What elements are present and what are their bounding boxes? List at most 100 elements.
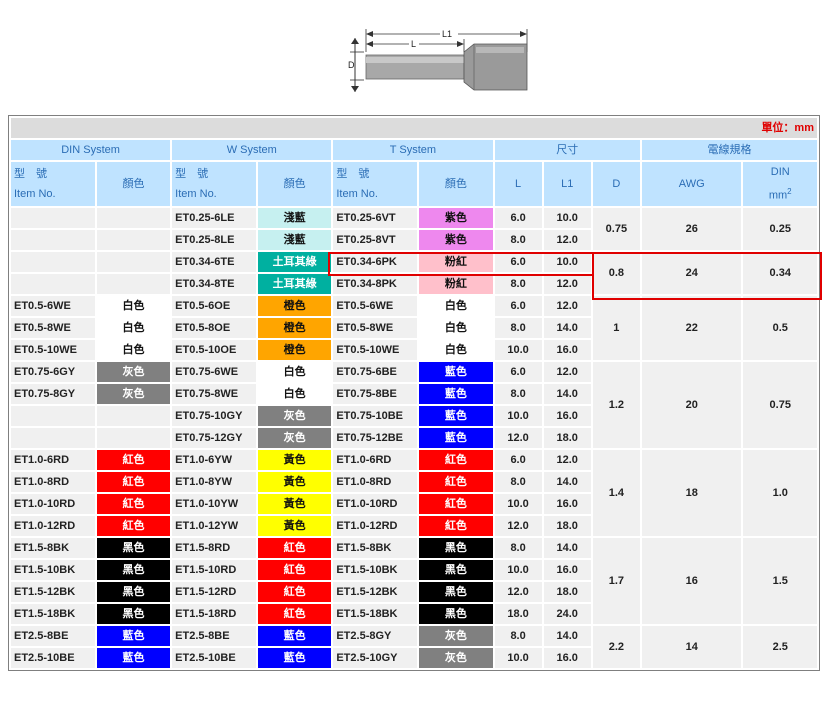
table-row: ET0.34-6TE 土耳其綠 ET0.34-6PK 粉紅 6.0 10.0 0.8 24 0.… xyxy=(11,251,817,294)
w-item-no: ET1.5-12RD xyxy=(172,581,256,602)
size-l: 8.0 xyxy=(494,625,542,646)
size-l: 12.0 xyxy=(494,427,542,448)
table-row: ET0.75-6GY 灰色 ET0.75-6WE 白色 ET0.75-6BE 藍色 6.0 1… xyxy=(11,361,817,448)
spec-awg: 26 xyxy=(641,207,742,250)
din-item-no: ET1.5-12BK xyxy=(11,581,95,602)
group-t: T System xyxy=(333,140,493,160)
size-l1: 18.0 xyxy=(543,581,591,602)
t-color: 紫色 xyxy=(419,229,493,250)
table-row: ET0.5-6WE 白色 ET0.5-6OE 橙色 ET0.5-6WE 白色 6.0 12.0… xyxy=(11,295,817,360)
din-item-no xyxy=(11,427,95,448)
w-item-no: ET0.75-12GY xyxy=(172,427,256,448)
din-item-no xyxy=(11,273,95,294)
table-body: ET0.25-6LE 淺藍 ET0.25-6VT 紫色 6.0 10.0 0.75 26 0.2… xyxy=(11,207,817,668)
w-color: 橙色 xyxy=(258,317,332,338)
size-l1: 16.0 xyxy=(543,559,591,580)
din-color xyxy=(96,251,171,272)
size-l: 12.0 xyxy=(494,515,542,536)
size-l1: 16.0 xyxy=(543,647,591,668)
din-item-no: ET1.0-8RD xyxy=(11,471,95,492)
w-color: 土耳其綠 xyxy=(258,251,332,272)
t-item-no: ET2.5-10GY xyxy=(333,647,418,668)
t-item-no: ET1.0-6RD xyxy=(333,449,418,470)
header-w-color: 顏色 xyxy=(258,162,332,206)
din-color xyxy=(96,405,171,426)
din-color: 紅色 xyxy=(96,515,171,536)
size-l: 8.0 xyxy=(494,317,542,338)
t-color: 黑色 xyxy=(419,581,493,602)
din-item-no xyxy=(11,251,95,272)
header-din-mm2: DIN mm2 xyxy=(743,162,817,206)
din-item-no: ET0.75-6GY xyxy=(11,361,95,382)
size-l1: 12.0 xyxy=(543,449,591,470)
group-din: DIN System xyxy=(11,140,171,160)
t-color: 白色 xyxy=(419,339,493,360)
din-item-no: ET1.0-6RD xyxy=(11,449,95,470)
din-color: 紅色 xyxy=(96,449,171,470)
w-item-no: ET1.0-12YW xyxy=(172,515,256,536)
w-color: 黃色 xyxy=(258,515,332,536)
w-item-no: ET1.5-8RD xyxy=(172,537,256,558)
t-item-no: ET0.5-10WE xyxy=(333,339,418,360)
din-color: 白色 xyxy=(96,317,171,338)
t-color: 紫色 xyxy=(419,207,493,228)
spec-d: 1 xyxy=(592,295,640,360)
t-color: 藍色 xyxy=(419,383,493,404)
size-l1: 18.0 xyxy=(543,427,591,448)
spec-awg: 14 xyxy=(641,625,742,668)
size-l1: 14.0 xyxy=(543,471,591,492)
w-item-no: ET1.5-18RD xyxy=(172,603,256,624)
t-color: 灰色 xyxy=(419,647,493,668)
size-l: 8.0 xyxy=(494,273,542,294)
t-color: 紅色 xyxy=(419,471,493,492)
size-l1: 14.0 xyxy=(543,317,591,338)
t-item-no: ET0.34-8PK xyxy=(333,273,418,294)
size-l: 6.0 xyxy=(494,295,542,316)
din-item-no: ET1.5-8BK xyxy=(11,537,95,558)
size-l1: 16.0 xyxy=(543,339,591,360)
header-w-item: 型 號 Item No. xyxy=(172,162,256,206)
din-item-no: ET1.5-10BK xyxy=(11,559,95,580)
size-l: 6.0 xyxy=(494,251,542,272)
w-item-no: ET2.5-10BE xyxy=(172,647,256,668)
spec-din: 1.5 xyxy=(743,537,817,624)
w-item-no: ET0.75-6WE xyxy=(172,361,256,382)
size-l1: 16.0 xyxy=(543,405,591,426)
w-color: 橙色 xyxy=(258,339,332,360)
din-color: 黑色 xyxy=(96,559,171,580)
w-color: 灰色 xyxy=(258,427,332,448)
size-l: 18.0 xyxy=(494,603,542,624)
spec-d: 1.7 xyxy=(592,537,640,624)
t-item-no: ET1.0-10RD xyxy=(333,493,418,514)
header-t-item: 型 號 Item No. xyxy=(333,162,418,206)
din-item-no: ET0.75-8GY xyxy=(11,383,95,404)
header-t-color: 顏色 xyxy=(419,162,493,206)
spec-awg: 24 xyxy=(641,251,742,294)
din-color: 紅色 xyxy=(96,493,171,514)
spec-din: 0.5 xyxy=(743,295,817,360)
spec-d: 0.8 xyxy=(592,251,640,294)
din-color: 白色 xyxy=(96,339,171,360)
header-din-color: 顏色 xyxy=(96,162,171,206)
w-color: 紅色 xyxy=(258,537,332,558)
w-item-no: ET0.25-6LE xyxy=(172,207,256,228)
table-row: ET0.25-6LE 淺藍 ET0.25-6VT 紫色 6.0 10.0 0.75 26 0.2… xyxy=(11,207,817,250)
size-l: 10.0 xyxy=(494,559,542,580)
t-item-no: ET2.5-8GY xyxy=(333,625,418,646)
spec-din: 0.34 xyxy=(743,251,817,294)
spec-d: 0.75 xyxy=(592,207,640,250)
size-l1: 18.0 xyxy=(543,515,591,536)
size-l1: 12.0 xyxy=(543,273,591,294)
t-item-no: ET0.75-10BE xyxy=(333,405,418,426)
size-l: 8.0 xyxy=(494,229,542,250)
size-l1: 10.0 xyxy=(543,251,591,272)
din-color: 灰色 xyxy=(96,383,171,404)
w-color: 淺藍 xyxy=(258,207,332,228)
w-color: 藍色 xyxy=(258,625,332,646)
spec-din: 0.25 xyxy=(743,207,817,250)
label-d: D xyxy=(348,60,355,70)
header-din-item: 型 號 Item No. xyxy=(11,162,95,206)
size-l1: 14.0 xyxy=(543,537,591,558)
spec-awg: 22 xyxy=(641,295,742,360)
w-item-no: ET0.34-8TE xyxy=(172,273,256,294)
